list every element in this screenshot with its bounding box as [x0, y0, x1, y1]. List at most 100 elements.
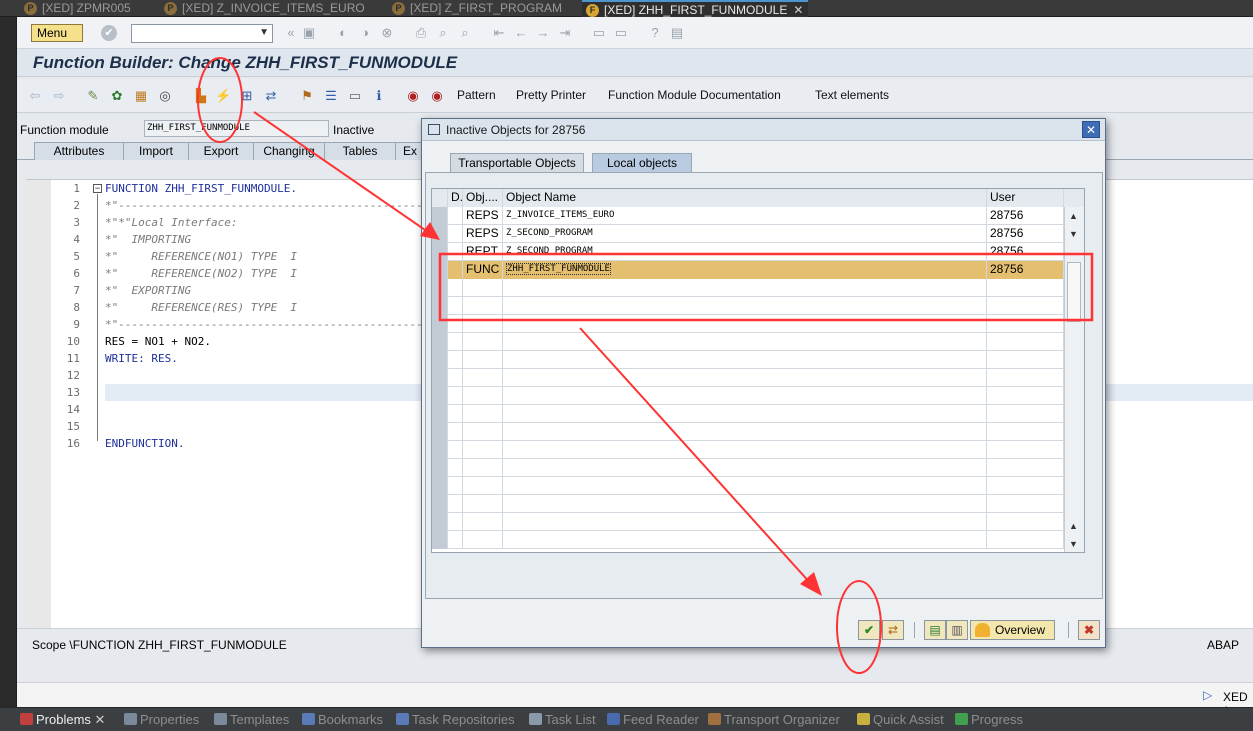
fm-documentation-button[interactable]: Function Module Documentation: [608, 88, 781, 102]
check-icon[interactable]: ▦: [133, 88, 149, 104]
row-selector[interactable]: [432, 207, 448, 225]
command-field[interactable]: ▼: [131, 24, 273, 43]
back-arrow-icon[interactable]: ⇦: [27, 88, 43, 104]
menu-button[interactable]: Menu: [31, 24, 83, 42]
table-row[interactable]: REPT Z_SECOND_PROGRAM 28756: [432, 243, 1084, 261]
session-breakpoint-icon[interactable]: ◉: [429, 88, 445, 104]
layout-icon[interactable]: ▤: [669, 25, 685, 41]
find-next-icon[interactable]: ⌕: [457, 25, 473, 41]
empty-table-row[interactable]: [432, 423, 1084, 441]
scroll-down-icon[interactable]: ▼: [1069, 539, 1078, 549]
row-selector[interactable]: [432, 225, 448, 243]
view-transport-organizer[interactable]: Transport Organizer: [708, 712, 840, 727]
hierarchy-icon[interactable]: ⚑: [299, 88, 315, 104]
cancel-icon[interactable]: ⊗: [379, 25, 395, 41]
function-module-field[interactable]: ZHH_FIRST_FUNMODULE: [144, 120, 329, 137]
empty-table-row[interactable]: [432, 315, 1084, 333]
continue-check-button[interactable]: ✔: [858, 620, 880, 640]
column-header[interactable]: D.: [448, 189, 463, 207]
editor-tab-first-program[interactable]: P [XED] Z_FIRST_PROGRAM: [388, 0, 562, 17]
empty-table-row[interactable]: [432, 387, 1084, 405]
print-icon[interactable]: ⎙: [413, 25, 429, 41]
view-feed-reader[interactable]: Feed Reader: [607, 712, 699, 727]
tab-local-objects[interactable]: Local objects: [592, 153, 692, 172]
view-properties[interactable]: Properties: [124, 712, 199, 727]
close-tab-icon[interactable]: ✕: [793, 3, 803, 17]
exit-icon[interactable]: ◑: [357, 25, 373, 41]
column-header[interactable]: User: [987, 189, 1064, 207]
select-all-icon[interactable]: ▤: [924, 620, 946, 640]
table-scrollbar[interactable]: ▲ ▼ ▲ ▼: [1064, 207, 1084, 552]
scroll-up-icon[interactable]: ▲: [1069, 521, 1078, 531]
other-object-icon[interactable]: ✿: [109, 88, 125, 104]
editor-tab-invoice[interactable]: P [XED] Z_INVOICE_ITEMS_EURO: [160, 0, 365, 17]
list-icon[interactable]: ▭: [347, 88, 363, 104]
empty-table-row[interactable]: [432, 495, 1084, 513]
activate-wand-icon[interactable]: ⚡: [215, 88, 231, 104]
tab-transportable-objects[interactable]: Transportable Objects: [450, 153, 584, 172]
select-all-cell[interactable]: [432, 189, 448, 207]
scroll-down-icon[interactable]: ▼: [1069, 229, 1078, 239]
tab-tables[interactable]: Tables: [324, 142, 396, 160]
view-templates[interactable]: Templates: [214, 712, 289, 727]
next-page-icon[interactable]: →: [535, 25, 551, 41]
forward-arrow-icon[interactable]: ⇨: [51, 88, 67, 104]
overview-button[interactable]: Overview: [970, 620, 1055, 640]
help-icon[interactable]: ?: [647, 25, 663, 41]
empty-table-row[interactable]: [432, 477, 1084, 495]
pretty-printer-button[interactable]: Pretty Printer: [516, 88, 586, 102]
view-task-list[interactable]: Task List: [529, 712, 596, 727]
column-config-icon[interactable]: [1064, 189, 1084, 207]
breakpoint-icon[interactable]: ◉: [405, 88, 421, 104]
last-page-icon[interactable]: ⇥: [557, 25, 573, 41]
tab-import[interactable]: Import: [123, 142, 189, 160]
navigation-icon[interactable]: ⇄: [263, 88, 279, 104]
editor-tab-funmodule[interactable]: F [XED] ZHH_FIRST_FUNMODULE ✕: [582, 0, 808, 17]
tab-changing[interactable]: Changing: [253, 142, 325, 160]
previous-page-icon[interactable]: ←: [513, 25, 529, 41]
row-selector[interactable]: [432, 261, 448, 279]
text-elements-button[interactable]: Text elements: [815, 88, 889, 102]
activate-icon[interactable]: ◎: [157, 88, 173, 104]
scroll-up-icon[interactable]: ▲: [1069, 211, 1078, 221]
empty-table-row[interactable]: [432, 531, 1084, 549]
empty-table-row[interactable]: [432, 279, 1084, 297]
view-bookmarks[interactable]: Bookmarks: [302, 712, 383, 727]
save-icon[interactable]: ▣: [301, 25, 317, 41]
back-double-icon[interactable]: «: [283, 25, 299, 41]
view-task-repositories[interactable]: Task Repositories: [396, 712, 515, 727]
empty-table-row[interactable]: [432, 441, 1084, 459]
empty-table-row[interactable]: [432, 333, 1084, 351]
table-row-selected[interactable]: FUNC ZHH_FIRST_FUNMODULE 28756: [432, 261, 1084, 279]
empty-table-row[interactable]: [432, 351, 1084, 369]
align-icon[interactable]: ☰: [323, 88, 339, 104]
first-page-icon[interactable]: ⇤: [491, 25, 507, 41]
pattern-button[interactable]: Pattern: [457, 88, 496, 102]
view-quick-assist[interactable]: Quick Assist: [857, 712, 944, 727]
row-selector[interactable]: [432, 243, 448, 261]
info-icon[interactable]: ℹ: [371, 88, 387, 104]
column-header[interactable]: Obj....: [463, 189, 503, 207]
play-icon[interactable]: ▷: [1203, 688, 1212, 702]
empty-table-row[interactable]: [432, 459, 1084, 477]
find-icon[interactable]: ⌕: [435, 25, 451, 41]
dialog-close-button[interactable]: ✕: [1082, 121, 1100, 138]
where-used-icon[interactable]: ⊞: [239, 88, 255, 104]
new-session-icon[interactable]: ▭: [591, 25, 607, 41]
enter-icon[interactable]: ✔: [101, 25, 117, 41]
empty-table-row[interactable]: [432, 369, 1084, 387]
view-progress[interactable]: Progress: [955, 712, 1023, 727]
table-row[interactable]: REPS Z_SECOND_PROGRAM 28756: [432, 225, 1084, 243]
chevron-down-icon[interactable]: ▼: [259, 27, 269, 38]
scroll-thumb[interactable]: [1067, 262, 1081, 322]
fold-toggle-icon[interactable]: −: [93, 184, 102, 193]
deselect-all-icon[interactable]: ▥: [946, 620, 968, 640]
view-problems[interactable]: Problems ✕: [20, 712, 105, 728]
editor-tab-zpmr005[interactable]: P [XED] ZPMR005: [20, 0, 131, 17]
close-view-icon[interactable]: ✕: [95, 712, 106, 727]
test-icon[interactable]: ▙: [193, 88, 209, 104]
display-change-icon[interactable]: ✎: [85, 88, 101, 104]
empty-table-row[interactable]: [432, 405, 1084, 423]
back-icon[interactable]: ◐: [335, 25, 351, 41]
tab-export[interactable]: Export: [188, 142, 254, 160]
